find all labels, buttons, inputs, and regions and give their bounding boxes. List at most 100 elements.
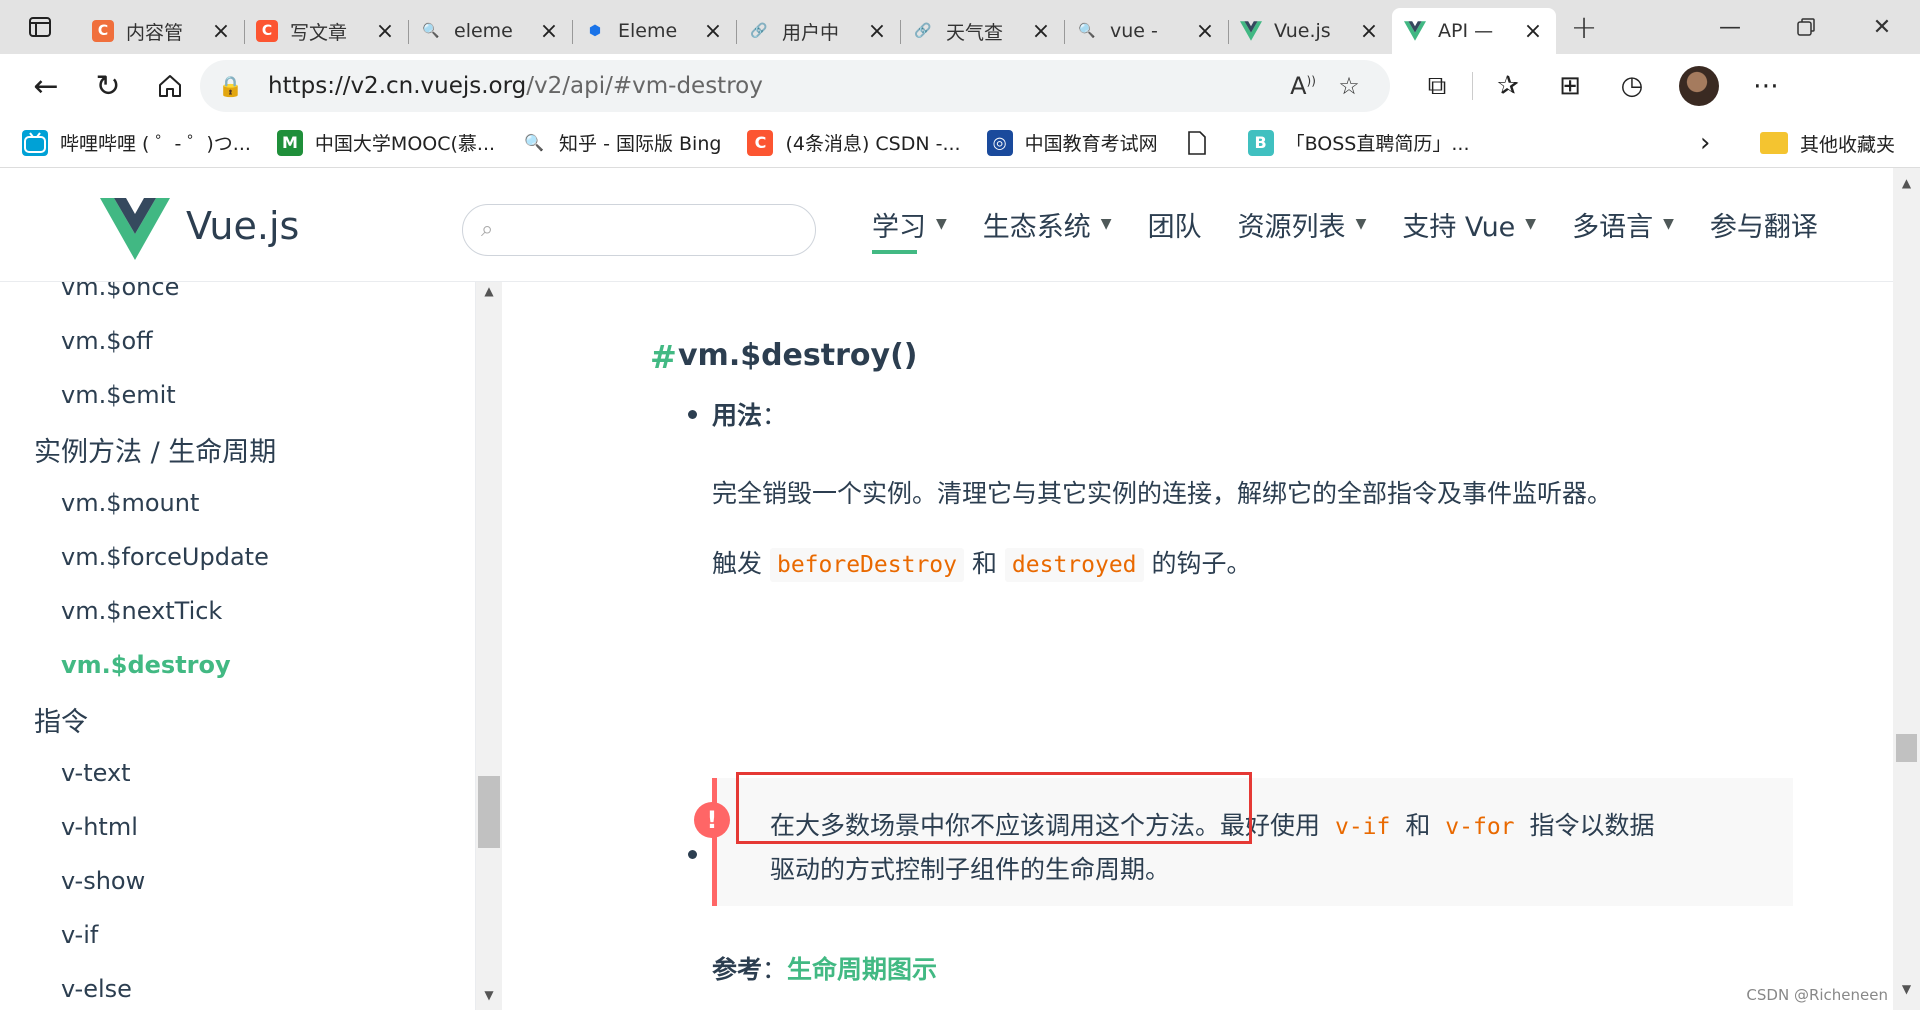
trigger-suffix: 的钩子。 — [1151, 549, 1252, 578]
reload-button[interactable]: ↻ — [78, 58, 138, 114]
tab-close-icon[interactable]: × — [702, 19, 724, 44]
browser-tab[interactable]: API — × — [1392, 8, 1556, 54]
tab-close-icon[interactable]: × — [1522, 19, 1544, 44]
tab-close-icon[interactable]: × — [1194, 19, 1216, 44]
sidebar-item[interactable]: vm.$forceUpdate — [0, 530, 475, 584]
more-menu-button[interactable]: ⋯ — [1735, 58, 1797, 114]
bookmark-favicon-icon: M — [276, 129, 303, 156]
page-scrollbar[interactable]: ▲ ▼ — [1893, 168, 1920, 1010]
scroll-down-icon[interactable]: ▼ — [476, 988, 502, 1008]
sidebar-section-heading: 实例方法 / 生命周期 — [34, 436, 277, 468]
browser-tab[interactable]: C 内容管 × — [80, 8, 244, 54]
add-favorite-icon[interactable]: ☆ — [1326, 72, 1372, 100]
restore-button[interactable] — [1768, 0, 1844, 54]
page-scroll-up-icon[interactable]: ▲ — [1893, 176, 1920, 196]
usage-description: 完全销毁一个实例。清理它与其它实例的连接，解绑它的全部指令及事件监听器。 — [712, 479, 1613, 508]
tab-favicon-icon: 🔗 — [914, 23, 932, 39]
bookmarks-overflow-button[interactable]: › — [1700, 118, 1710, 168]
url-path: /v2/api/#vm-destroy — [526, 73, 763, 99]
tab-favicon-icon: 🔗 — [750, 23, 768, 39]
browser-tab-strip: C 内容管 × C 写文章 × 🔍 eleme × ⬢ Eleme × 🔗 用户中 × 🔗 天气查 × 🔍 vue -… — [0, 0, 1920, 54]
browser-tab[interactable]: 🔍 eleme × — [408, 8, 572, 54]
history-icon: ◷ — [1620, 71, 1644, 101]
lifecycle-diagram-link[interactable]: 生命周期图示 — [787, 955, 937, 984]
tab-close-icon[interactable]: × — [210, 19, 232, 44]
nav-item[interactable]: 多语言 ▼ — [1572, 192, 1674, 256]
close-window-button[interactable]: ✕ — [1844, 0, 1920, 54]
profile-avatar[interactable] — [1679, 66, 1719, 106]
favorites-button[interactable]: ✰ — [1477, 58, 1539, 114]
other-bookmarks-folder[interactable]: 其他收藏夹 — [1760, 118, 1895, 168]
history-button[interactable]: ◷ — [1601, 58, 1663, 114]
tab-close-icon[interactable]: × — [1358, 19, 1380, 44]
scroll-up-icon[interactable]: ▲ — [476, 284, 502, 304]
sidebar-item[interactable]: vm.$mount — [0, 476, 475, 530]
sidebar-item[interactable]: v-else — [0, 962, 475, 1010]
bookmark-item[interactable]: C (4条消息) CSDN -... — [747, 129, 961, 156]
search-input[interactable] — [517, 213, 797, 247]
code-v-for: v-for — [1438, 810, 1522, 844]
bookmark-item[interactable]: ◎ 中国教育考试网 — [986, 129, 1158, 156]
sidebar-scroll-thumb[interactable] — [478, 776, 500, 848]
toolbar-right: ⧉ ✰ ⊞ ◷ ⋯ — [1406, 58, 1797, 114]
arrow-left-icon: ← — [33, 68, 59, 104]
site-header: Vue.js ⌕ 学习 ▼ 生态系统 ▼ 团队 资源列表 ▼ 支持 Vue ▼ 多语言 ▼ 参与翻译 — [0, 168, 1893, 282]
bookmark-item[interactable]: 哔哩哔哩 ( ゜- ゜)つ... — [22, 129, 251, 156]
bookmark-label: 「BOSS直聘简历」... — [1285, 133, 1470, 155]
nav-item[interactable]: 资源列表 ▼ — [1238, 192, 1367, 256]
tab-actions-button[interactable] — [0, 0, 80, 54]
nav-item[interactable]: 团队 — [1148, 192, 1202, 256]
address-bar[interactable]: 🔒 https://v2.cn.vuejs.org/v2/api/#vm-des… — [200, 60, 1390, 112]
sidebar-item[interactable]: vm.$destroy — [0, 638, 475, 692]
new-tab-button[interactable]: + — [1556, 0, 1612, 54]
nav-item[interactable]: 支持 Vue ▼ — [1402, 192, 1536, 256]
caret-down-icon: ▼ — [1525, 216, 1537, 232]
sidebar-item[interactable]: v-html — [0, 800, 475, 854]
back-button[interactable]: ← — [16, 58, 76, 114]
other-bookmarks-label: 其他收藏夹 — [1800, 133, 1896, 156]
bookmark-favicon-icon: C — [747, 129, 774, 156]
sidebar-item[interactable]: vm.$emit — [0, 368, 475, 422]
tab-close-icon[interactable]: × — [538, 19, 560, 44]
tab-favicon-icon — [1240, 20, 1262, 42]
browser-tab[interactable]: 🔗 用户中 × — [736, 8, 900, 54]
sidebar-item[interactable]: v-show — [0, 854, 475, 908]
nav-item[interactable]: 生态系统 ▼ — [983, 192, 1112, 256]
bookmark-item[interactable]: B 「BOSS直聘简历」... — [1247, 129, 1470, 156]
tab-close-icon[interactable]: × — [374, 19, 396, 44]
tab-close-icon[interactable]: × — [1030, 19, 1052, 44]
sidebar-item[interactable]: vm.$once — [0, 282, 475, 314]
site-search[interactable]: ⌕ — [462, 204, 816, 256]
home-button[interactable] — [140, 58, 200, 114]
tab-title: vue - — [1110, 20, 1158, 42]
heading-anchor-link[interactable]: # — [650, 338, 677, 376]
extensions-button[interactable]: ⧉ — [1406, 58, 1468, 114]
sidebar-item[interactable]: vm.$off — [0, 314, 475, 368]
tab-title: 内容管 — [126, 21, 184, 44]
read-aloud-icon[interactable]: A)) — [1280, 72, 1326, 100]
browser-tab[interactable]: 🔍 vue - × — [1064, 8, 1228, 54]
bookmark-item[interactable]: 🔍 知乎 - 国际版 Bing — [521, 129, 721, 156]
browser-tab[interactable]: 🔗 天气查 × — [900, 8, 1064, 54]
sidebar-item[interactable]: v-if — [0, 908, 475, 962]
sidebar-scrollbar[interactable]: ▲ ▼ — [476, 282, 502, 1010]
browser-tab[interactable]: Vue.js × — [1228, 8, 1392, 54]
main-content: # vm.$destroy() 用法： 完全销毁一个实例。清理它与其它实例的连接… — [502, 282, 1893, 1010]
collections-button[interactable]: ⊞ — [1539, 58, 1601, 114]
site-logo-text[interactable]: Vue.js — [186, 204, 299, 248]
page-scroll-down-icon[interactable]: ▼ — [1893, 982, 1920, 1002]
browser-tab[interactable]: C 写文章 × — [244, 8, 408, 54]
bookmark-item[interactable] — [1184, 130, 1222, 156]
bookmark-item[interactable]: M 中国大学MOOC(慕... — [276, 129, 495, 156]
url-text[interactable]: https://v2.cn.vuejs.org/v2/api/#vm-destr… — [268, 73, 1280, 99]
nav-item[interactable]: 学习 ▼ — [872, 192, 947, 256]
nav-item[interactable]: 参与翻译 — [1710, 192, 1818, 256]
tab-close-icon[interactable]: × — [866, 19, 888, 44]
sidebar-item[interactable]: vm.$nextTick — [0, 584, 475, 638]
page-scroll-thumb[interactable] — [1896, 734, 1917, 762]
browser-tab[interactable]: ⬢ Eleme × — [572, 8, 736, 54]
vue-logo-icon[interactable] — [100, 198, 170, 260]
tab-title: 天气查 — [946, 21, 1004, 44]
sidebar-item[interactable]: v-text — [0, 746, 475, 800]
minimize-button[interactable]: — — [1692, 0, 1768, 54]
